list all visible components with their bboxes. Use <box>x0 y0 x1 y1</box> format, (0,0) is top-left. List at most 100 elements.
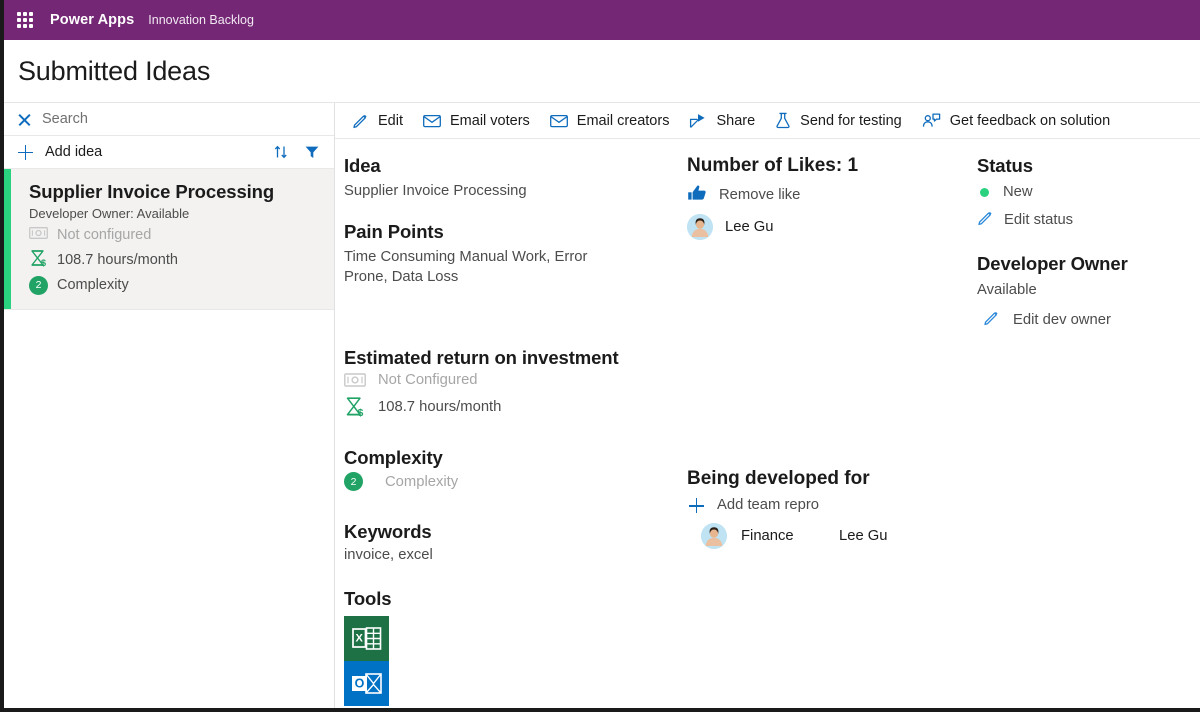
svg-text:X: X <box>356 632 364 644</box>
thumbs-up-icon <box>687 184 707 206</box>
top-navigation-bar: Power Apps Innovation Backlog <box>4 0 1200 40</box>
filter-icon[interactable] <box>301 141 323 163</box>
detail-panel: Edit Email voters Email creators Share S… <box>335 103 1200 708</box>
share-icon <box>689 113 707 129</box>
list-item-hours-value: 108.7 hours/month <box>57 251 178 268</box>
flask-icon <box>775 112 791 129</box>
detail-column-primary: Idea Supplier Invoice Processing Pain Po… <box>335 155 687 708</box>
email-creators-label: Email creators <box>576 112 670 129</box>
feedback-person-icon <box>922 112 941 129</box>
edit-button[interactable]: Edit <box>346 106 417 136</box>
roi-heading: Estimated return on investment <box>344 347 619 369</box>
pain-points-heading: Pain Points <box>344 221 444 243</box>
search-input[interactable] <box>42 111 282 127</box>
mail-icon <box>549 114 568 128</box>
page-body: Add idea <box>4 103 1200 708</box>
keywords-value: invoice, excel <box>344 547 433 564</box>
outlook-icon[interactable]: O <box>344 660 389 706</box>
svg-text:O: O <box>355 676 365 690</box>
edit-dev-owner-button[interactable]: Edit dev owner <box>977 309 1200 330</box>
share-button[interactable]: Share <box>683 106 769 136</box>
command-bar: Edit Email voters Email creators Share S… <box>335 103 1200 139</box>
waffle-grid-icon[interactable] <box>14 9 36 31</box>
team-person: Lee Gu <box>839 528 888 544</box>
list-item-content: Supplier Invoice Processing Developer Ow… <box>11 169 334 309</box>
team-row: Finance Lee Gu <box>687 523 972 549</box>
voter-name: Lee Gu <box>725 219 774 235</box>
sort-icon[interactable] <box>270 141 292 163</box>
edit-status-label: Edit status <box>1004 211 1074 228</box>
likes-heading: Number of Likes: 1 <box>687 155 859 176</box>
voter-row: Lee Gu <box>687 214 972 240</box>
developer-owner-heading: Developer Owner <box>977 253 1128 274</box>
money-icon <box>29 226 48 244</box>
email-creators-button[interactable]: Email creators <box>544 106 684 136</box>
status-dot-icon <box>980 187 989 197</box>
status-badge: New <box>977 184 1200 200</box>
tools-heading: Tools <box>344 587 392 609</box>
mail-icon <box>423 114 441 128</box>
status-heading: Status <box>977 155 1033 176</box>
detail-column-status: Status New Edit status Developer Owner A… <box>972 155 1200 708</box>
remove-like-label: Remove like <box>719 187 801 203</box>
complexity-row: 2 Complexity <box>344 472 687 492</box>
add-idea-button[interactable]: Add idea <box>45 144 261 160</box>
pencil-icon <box>983 309 1000 330</box>
roi-hours-value: 108.7 hours/month <box>378 398 502 415</box>
search-row <box>4 103 334 136</box>
get-feedback-button[interactable]: Get feedback on solution <box>916 106 1124 136</box>
list-item-money-value: Not configured <box>57 226 152 243</box>
share-button-label: Share <box>716 112 756 129</box>
list-item-title: Supplier Invoice Processing <box>29 181 275 202</box>
complexity-badge: 2 <box>344 472 363 492</box>
add-team-repro-label: Add team repro <box>717 497 819 513</box>
idea-heading: Idea <box>344 155 381 176</box>
status-accent-bar <box>4 169 11 309</box>
add-team-repro-button[interactable]: Add team repro <box>687 497 972 513</box>
list-item-money-row: Not configured <box>29 226 324 244</box>
detail-column-likes: Number of Likes: 1 Remove like Lee Gu Be… <box>687 155 972 708</box>
developed-for-heading: Being developed for <box>687 468 870 489</box>
roi-money-value: Not Configured <box>378 372 478 389</box>
list-item[interactable]: Supplier Invoice Processing Developer Ow… <box>4 169 334 310</box>
ideas-list-panel: Add idea <box>4 103 335 708</box>
complexity-label: Complexity <box>385 473 459 490</box>
get-feedback-label: Get feedback on solution <box>949 112 1111 129</box>
app-name-label[interactable]: Innovation Backlog <box>148 13 254 27</box>
edit-dev-owner-label: Edit dev owner <box>1013 311 1111 328</box>
hourglass-dollar-icon: $ <box>344 396 366 417</box>
hourglass-dollar-icon: $ <box>29 249 48 271</box>
list-item-complexity-row: 2 Complexity <box>29 275 324 295</box>
list-item-hours-row: $ 108.7 hours/month <box>29 249 324 271</box>
excel-icon[interactable]: X <box>344 615 389 661</box>
roi-money-row: Not Configured <box>344 372 687 388</box>
add-idea-row: Add idea <box>4 136 334 169</box>
detail-content: Idea Supplier Invoice Processing Pain Po… <box>335 139 1200 708</box>
plus-icon[interactable] <box>18 144 33 160</box>
email-voters-button[interactable]: Email voters <box>417 106 544 136</box>
svg-text:$: $ <box>358 407 364 417</box>
edit-button-label: Edit <box>378 112 403 129</box>
remove-like-button[interactable]: Remove like <box>687 184 972 206</box>
send-for-testing-button[interactable]: Send for testing <box>769 106 916 136</box>
tools-list: X O <box>344 615 687 706</box>
status-value: New <box>1003 184 1033 200</box>
edit-status-button[interactable]: Edit status <box>977 209 1200 230</box>
brand-label[interactable]: Power Apps <box>50 12 134 28</box>
close-icon[interactable] <box>17 112 32 127</box>
roi-hours-row: $ 108.7 hours/month <box>344 396 687 417</box>
send-for-testing-label: Send for testing <box>800 112 902 129</box>
plus-icon <box>689 498 704 513</box>
complexity-heading: Complexity <box>344 447 443 469</box>
page-header: Submitted Ideas <box>4 40 1200 103</box>
svg-text:$: $ <box>41 258 46 267</box>
developer-owner-value: Available <box>977 282 1037 298</box>
idea-value: Supplier Invoice Processing <box>344 183 527 199</box>
list-item-complexity-label: Complexity <box>57 277 129 294</box>
complexity-badge: 2 <box>29 275 48 295</box>
avatar <box>687 214 713 240</box>
